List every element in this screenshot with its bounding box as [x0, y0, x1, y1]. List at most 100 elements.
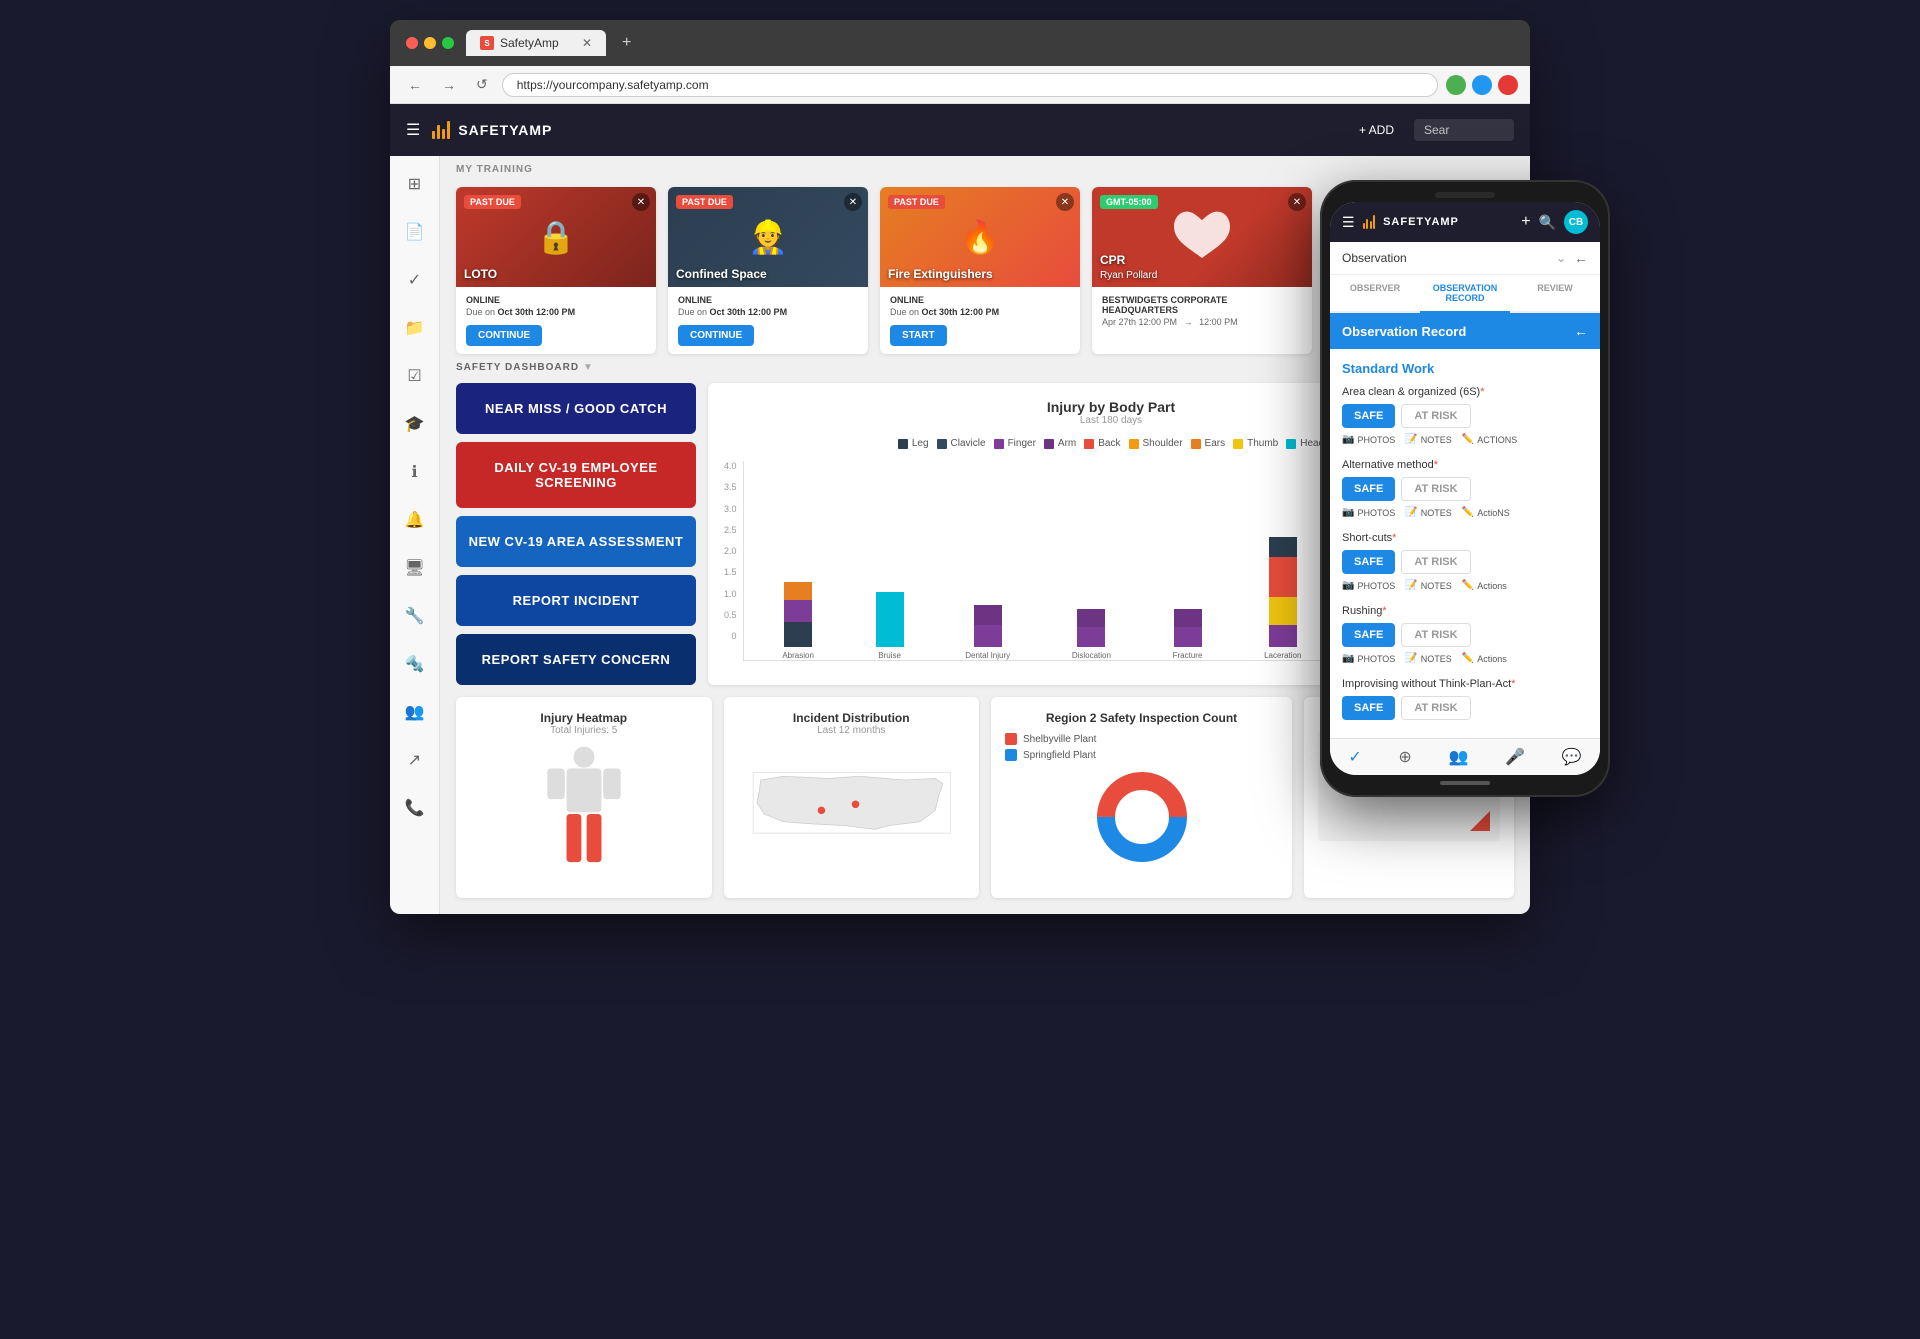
phone-photos-2[interactable]: 📷 PHOTOS — [1342, 507, 1395, 518]
report-incident-button[interactable]: REPORT INCIDENT — [456, 575, 696, 626]
safe-button-1[interactable]: SAFE — [1342, 404, 1395, 428]
logo-bars-icon — [432, 121, 450, 139]
inspection-count-title: Region 2 Safety Inspection Count — [1005, 711, 1278, 725]
sidebar-icon-users[interactable]: 👥 — [399, 696, 431, 728]
sidebar-icon-screwdriver[interactable]: 🔩 — [399, 648, 431, 680]
phone-nav-plus-icon[interactable]: ⊕ — [1398, 747, 1411, 767]
at-risk-button-4[interactable]: AT RISK — [1401, 623, 1470, 647]
bar-bruise: Bruise — [876, 592, 904, 660]
safe-button-2[interactable]: SAFE — [1342, 477, 1395, 501]
loto-continue-button[interactable]: CONTINUE — [466, 325, 542, 346]
phone-logo-bar-4 — [1373, 215, 1375, 229]
confined-image-icon: 👷 — [748, 218, 788, 256]
phone-notes-3[interactable]: 📝 NOTES — [1405, 580, 1451, 591]
phone-notes-2[interactable]: 📝 NOTES — [1405, 507, 1451, 518]
phone-photos-3[interactable]: 📷 PHOTOS — [1342, 580, 1395, 591]
phone-nav-mic-icon[interactable]: 🎤 — [1505, 747, 1525, 767]
sidebar-icon-monitor[interactable]: 🖥 — [398, 552, 430, 584]
report-safety-concern-button[interactable]: REPORT SAFETY CONCERN — [456, 634, 696, 685]
bar-seg-dislocation-2 — [1077, 627, 1105, 647]
safe-button-5[interactable]: SAFE — [1342, 696, 1395, 720]
new-tab-button[interactable]: + — [622, 34, 631, 52]
required-star-4: * — [1382, 605, 1386, 617]
safe-button-4[interactable]: SAFE — [1342, 623, 1395, 647]
legend-shoulder-label: Shoulder — [1143, 438, 1183, 449]
phone-back-icon[interactable]: ← — [1574, 250, 1588, 266]
fire-start-button[interactable]: START — [890, 325, 947, 346]
sidebar-icon-check[interactable]: ✓ — [402, 264, 427, 296]
cv19-screening-button[interactable]: DAILY CV-19 EMPLOYEE SCREENING — [456, 442, 696, 508]
close-window-button[interactable] — [406, 37, 418, 49]
y-label-15: 1.5 — [724, 567, 737, 577]
phone-nav-users-icon[interactable]: 👥 — [1448, 747, 1468, 767]
phone-chevron-down-icon[interactable]: ⌄ — [1556, 251, 1566, 265]
phone-notes-1[interactable]: 📝 NOTES — [1405, 434, 1451, 445]
phone-question-shortcuts: Short-cuts* SAFE AT RISK 📷 PHOTOS — [1342, 532, 1588, 591]
sidebar-icon-phone[interactable]: 📞 — [399, 792, 431, 824]
search-bar[interactable]: Sear — [1414, 119, 1514, 141]
cpr-arrow: → — [1184, 317, 1193, 327]
sidebar-icon-share[interactable]: ↗ — [402, 744, 427, 776]
phone-tab-observation-record[interactable]: OBSERVATION RECORD — [1420, 275, 1510, 313]
at-risk-button-1[interactable]: AT RISK — [1401, 404, 1470, 428]
browser-tab[interactable]: S SafetyAmp ✕ — [466, 30, 606, 56]
cv19-assessment-button[interactable]: NEW CV-19 AREA ASSESSMENT — [456, 516, 696, 567]
at-risk-button-5[interactable]: AT RISK — [1401, 696, 1470, 720]
phone-hamburger-icon[interactable]: ☰ — [1342, 214, 1355, 231]
phone-nav-check-icon[interactable]: ✓ — [1348, 747, 1361, 767]
phone-tab-observer[interactable]: OBSERVER — [1330, 275, 1420, 311]
tab-close-icon[interactable]: ✕ — [582, 36, 592, 50]
phone-actions-3[interactable]: ✏️ Actions — [1462, 580, 1507, 591]
phone-photos-1[interactable]: 📷 PHOTOS — [1342, 434, 1395, 445]
close-card-loto[interactable]: ✕ — [632, 193, 650, 211]
phone-actions-2[interactable]: ✏️ ActioNS — [1462, 507, 1510, 518]
training-card-cpr-image: GMT-05:00 ✕ CPRRyan Pollard — [1092, 187, 1312, 287]
forward-button[interactable]: → — [436, 73, 462, 97]
phone-nav-chat-icon[interactable]: 💬 — [1562, 747, 1582, 767]
incident-dist-title: Incident Distribution — [738, 711, 966, 725]
close-card-cpr[interactable]: ✕ — [1288, 193, 1306, 211]
phone-photos-4[interactable]: 📷 PHOTOS — [1342, 653, 1395, 664]
sidebar-icon-document[interactable]: 📄 — [399, 216, 431, 248]
maximize-window-button[interactable] — [442, 37, 454, 49]
sidebar-icon-wrench[interactable]: 🔧 — [399, 600, 431, 632]
safe-button-3[interactable]: SAFE — [1342, 550, 1395, 574]
sidebar-icon-checklist[interactable]: ☑ — [401, 360, 427, 392]
phone-obs-record-back-icon[interactable]: ← — [1574, 323, 1588, 339]
phone-search-icon[interactable]: 🔍 — [1539, 214, 1556, 231]
sidebar-icon-grid[interactable]: ⊞ — [402, 168, 427, 200]
close-card-fire[interactable]: ✕ — [1056, 193, 1074, 211]
bar-dislocation: Dislocation — [1072, 609, 1111, 660]
at-risk-button-2[interactable]: AT RISK — [1401, 477, 1470, 501]
close-card-confined[interactable]: ✕ — [844, 193, 862, 211]
cpr-heart-svg — [1167, 202, 1237, 272]
near-miss-button[interactable]: NEAR MISS / GOOD CATCH — [456, 383, 696, 434]
url-bar[interactable]: https://yourcompany.safetyamp.com — [502, 73, 1438, 97]
add-button[interactable]: + ADD — [1351, 119, 1402, 141]
phone-q-label-shortcuts: Short-cuts* — [1342, 532, 1588, 544]
refresh-button[interactable]: ↺ — [470, 72, 494, 97]
phone-notes-4[interactable]: 📝 NOTES — [1405, 653, 1451, 664]
at-risk-button-3[interactable]: AT RISK — [1401, 550, 1470, 574]
back-button[interactable]: ← — [402, 73, 428, 97]
cpr-card-title: CPRRyan Pollard — [1100, 253, 1157, 281]
phone-actions-4[interactable]: ✏️ Actions — [1462, 653, 1507, 664]
confined-continue-button[interactable]: CONTINUE — [678, 325, 754, 346]
phone-add-icon[interactable]: + — [1521, 213, 1530, 231]
sidebar-icon-info[interactable]: ℹ — [405, 456, 423, 488]
phone-safe-risk-1: SAFE AT RISK — [1342, 404, 1588, 428]
browser-navbar: ← → ↺ https://yourcompany.safetyamp.com — [390, 66, 1530, 104]
mobile-phone-overlay: ☰ SAFETYAMP + 🔍 CB — [1320, 180, 1610, 797]
sidebar-icon-folder[interactable]: 📁 — [399, 312, 431, 344]
phone-tab-review[interactable]: REVIEW — [1510, 275, 1600, 311]
notes-label-3: NOTES — [1421, 581, 1452, 591]
dashboard-dropdown-icon[interactable]: ▼ — [583, 362, 594, 373]
minimize-window-button[interactable] — [424, 37, 436, 49]
notes-icon-2: 📝 — [1405, 507, 1417, 518]
hamburger-menu-icon[interactable]: ☰ — [406, 120, 420, 140]
phone-user-avatar[interactable]: CB — [1564, 210, 1588, 234]
sidebar-icon-graduation[interactable]: 🎓 — [399, 408, 431, 440]
sidebar-icon-alert[interactable]: 🔔 — [399, 504, 431, 536]
ext-icon-2 — [1472, 75, 1492, 95]
phone-actions-1[interactable]: ✏️ ACTIONS — [1462, 434, 1517, 445]
